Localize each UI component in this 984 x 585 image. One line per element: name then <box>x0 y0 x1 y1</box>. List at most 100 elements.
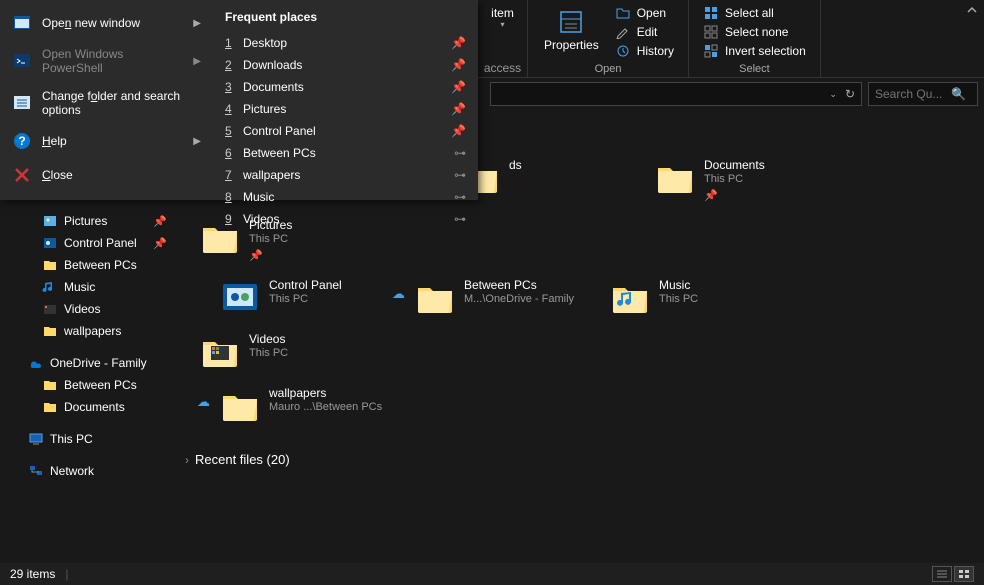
pin-icon[interactable]: ⊶ <box>454 190 466 204</box>
thispc-icon <box>28 431 44 447</box>
chevron-right-icon: ▶ <box>193 56 201 67</box>
pin-icon: 📌 <box>249 249 292 262</box>
ribbon-group-open: Properties Open Edit History Open <box>528 0 689 77</box>
label: Select none <box>725 25 788 39</box>
frequent-place-music[interactable]: 8Music⊶ <box>223 186 468 208</box>
sidebar-pictures[interactable]: Pictures 📌 <box>0 210 175 232</box>
properties-icon <box>555 6 587 38</box>
search-icon[interactable]: 🔍 <box>951 87 966 101</box>
file-menu-change[interactable]: Change folder and search options <box>0 82 213 124</box>
pin-icon[interactable]: ⊶ <box>454 212 466 226</box>
select-all-button[interactable]: Select all <box>699 4 810 22</box>
label: Documents <box>243 80 304 94</box>
label: Pictures <box>64 214 107 228</box>
pictures-icon <box>42 213 58 229</box>
frequent-place-documents[interactable]: 3Documents📌 <box>223 76 468 98</box>
frequent-place-pictures[interactable]: 4 Pictures 📌 <box>223 98 468 120</box>
file-menu-open: Open Windows PowerShell ▶ <box>0 40 213 82</box>
pin-icon[interactable]: 📌 <box>451 102 466 116</box>
onedrive-icon <box>28 355 44 371</box>
pin-icon[interactable]: 📌 <box>451 80 466 94</box>
label: Pictures <box>243 102 286 116</box>
history-button[interactable]: History <box>611 42 678 60</box>
edit-button[interactable]: Edit <box>611 23 678 41</box>
pin-icon: 📌 <box>704 189 765 202</box>
icons-view-button[interactable] <box>954 566 974 582</box>
folder-between-pcs[interactable]: ☁Between PCsM...\OneDrive - Family <box>410 270 605 324</box>
label: Downloads <box>243 58 302 72</box>
new-item-button[interactable]: item ▾ <box>485 4 520 31</box>
details-view-button[interactable] <box>932 566 952 582</box>
label: Select all <box>725 6 774 20</box>
edit-icon <box>615 24 631 40</box>
file-menu-close[interactable]: Close <box>0 158 213 192</box>
chevron-right-icon: › <box>185 453 189 467</box>
folder-wallpapers[interactable]: ☁wallpapersMauro ...\Between PCs <box>215 378 410 432</box>
properties-button[interactable]: Properties <box>538 4 605 60</box>
pin-icon[interactable]: 📌 <box>451 58 466 72</box>
label: Open new window <box>42 16 140 30</box>
index: 4 <box>225 102 235 116</box>
refresh-icon[interactable]: ↻ <box>845 87 855 101</box>
sidebar-onedrive[interactable]: OneDrive - Family <box>0 352 175 374</box>
search-box[interactable]: 🔍 <box>868 82 978 106</box>
pin-icon: 📌 <box>153 237 167 250</box>
file-menu-open[interactable]: Open new window ▶ <box>0 6 213 40</box>
label: Control Panel <box>64 236 137 250</box>
folder-videos[interactable]: VideosThis PC <box>195 324 390 378</box>
close-icon <box>12 165 32 185</box>
address-bar[interactable]: ⌄ ↻ <box>490 82 862 106</box>
item-count: 29 items <box>10 567 55 581</box>
sidebar-od-between-pcs[interactable]: Between PCs <box>0 374 175 396</box>
select-none-button[interactable]: Select none <box>699 23 810 41</box>
folder-location: M...\OneDrive - Family <box>464 293 574 305</box>
sidebar-music[interactable]: Music <box>0 276 175 298</box>
frequent-place-between-pcs[interactable]: 6Between PCs⊶ <box>223 142 468 164</box>
sidebar-videos[interactable]: Videos <box>0 298 175 320</box>
invert-selection-button[interactable]: Invert selection <box>699 42 810 60</box>
label: History <box>637 44 674 58</box>
frequent-place-wallpapers[interactable]: 7wallpapers⊶ <box>223 164 468 186</box>
open-button[interactable]: Open <box>611 4 678 22</box>
frequent-place-desktop[interactable]: 1Desktop📌 <box>223 32 468 54</box>
label: Invert selection <box>725 44 806 58</box>
control-panel-icon <box>42 235 58 251</box>
folder-documents[interactable]: DocumentsThis PC📌 <box>650 150 845 210</box>
pin-icon[interactable]: ⊶ <box>454 146 466 160</box>
ribbon-group-new: item ▾ access <box>478 0 528 77</box>
chevron-right-icon: ▶ <box>193 18 201 29</box>
folder-location: This PC <box>659 293 698 305</box>
svg-text:?: ? <box>18 134 25 148</box>
dropdown-icon[interactable]: ⌄ <box>829 89 837 100</box>
collapse-ribbon-button[interactable] <box>966 4 978 19</box>
recent-files-header[interactable]: › Recent files (20) <box>175 442 984 477</box>
folder-name: ds <box>509 158 522 172</box>
sidebar-between-pcs[interactable]: Between PCs <box>0 254 175 276</box>
pin-icon[interactable]: 📌 <box>451 124 466 138</box>
pin-icon[interactable]: 📌 <box>451 36 466 50</box>
frequent-place-control-panel[interactable]: 5Control Panel📌 <box>223 120 468 142</box>
history-icon <box>615 43 631 59</box>
pin-icon[interactable]: ⊶ <box>454 168 466 182</box>
folder-music[interactable]: MusicThis PC <box>605 270 800 324</box>
sidebar-thispc[interactable]: This PC <box>0 428 175 450</box>
folder-icon <box>42 257 58 273</box>
sidebar-od-documents[interactable]: Documents <box>0 396 175 418</box>
folder-control-panel[interactable]: Control PanelThis PC <box>215 270 410 324</box>
pin-icon: 📌 <box>153 215 167 228</box>
network-icon <box>28 463 44 479</box>
sidebar-wallpapers[interactable]: wallpapers <box>0 320 175 342</box>
label: Videos <box>64 302 100 316</box>
file-menu-help[interactable]: ?Help▶ <box>0 124 213 158</box>
search-input[interactable] <box>875 87 945 101</box>
sidebar-network[interactable]: Network <box>0 460 175 482</box>
label: Open Windows PowerShell <box>42 47 183 75</box>
folder-location: This PC <box>704 173 765 185</box>
frequent-place-downloads[interactable]: 2Downloads📌 <box>223 54 468 76</box>
sidebar-control-panel[interactable]: Control Panel 📌 <box>0 232 175 254</box>
folder-ds[interactable]: ds <box>455 150 650 210</box>
frequent-places-panel: Frequent places 1Desktop📌2Downloads📌3Doc… <box>213 0 478 200</box>
folder-icon <box>609 278 651 316</box>
folder-name: Videos <box>249 332 288 346</box>
frequent-place-videos[interactable]: 9Videos⊶ <box>223 208 468 230</box>
